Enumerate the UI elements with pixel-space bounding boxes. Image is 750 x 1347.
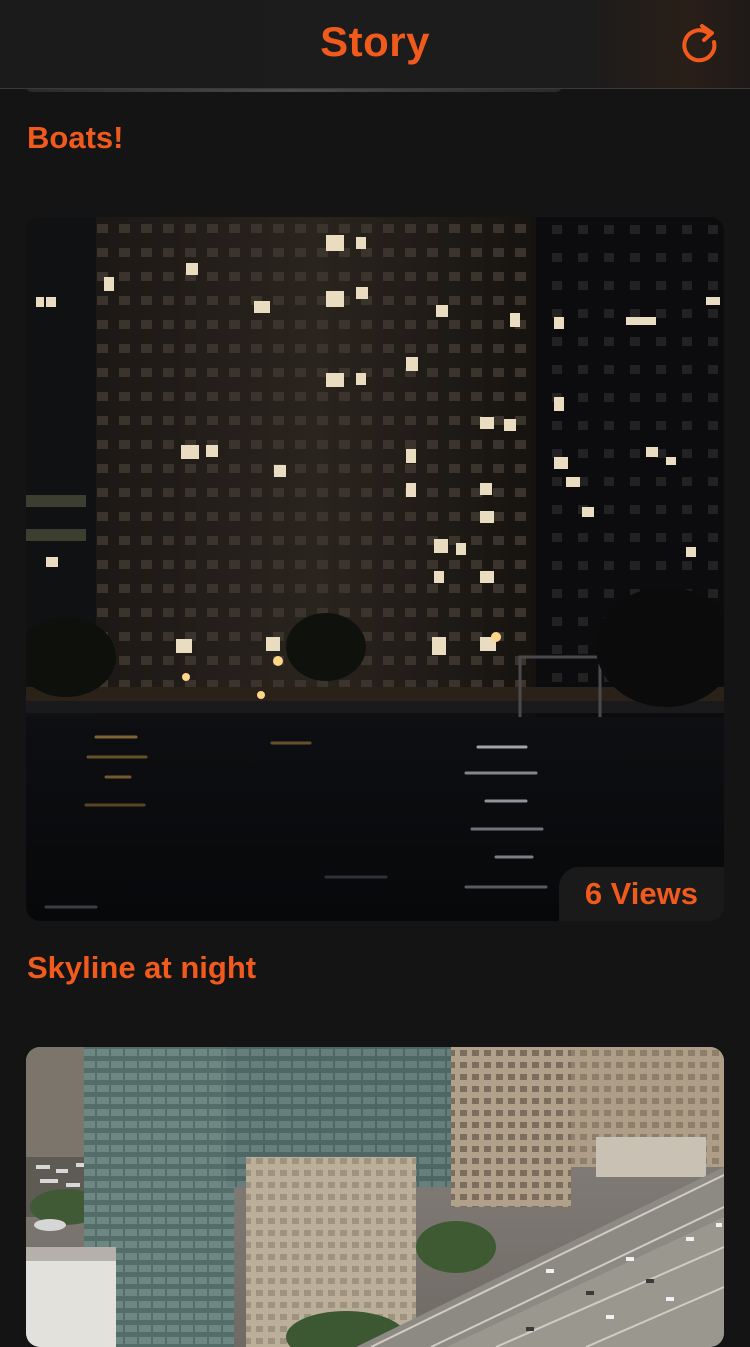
city-highway-photo	[26, 1047, 724, 1347]
story-card[interactable]: 6 Views	[26, 217, 724, 921]
night-waterfront-photo	[26, 217, 724, 921]
refresh-button[interactable]	[678, 20, 722, 68]
story-card[interactable]	[26, 1047, 724, 1347]
refresh-icon	[682, 24, 717, 63]
story-title[interactable]: Skyline at night	[27, 950, 256, 986]
navigation-bar: Story	[0, 0, 750, 89]
views-count-badge: 6 Views	[558, 867, 724, 921]
page-title: Story	[320, 18, 430, 65]
story-title[interactable]: Boats!	[27, 120, 123, 156]
